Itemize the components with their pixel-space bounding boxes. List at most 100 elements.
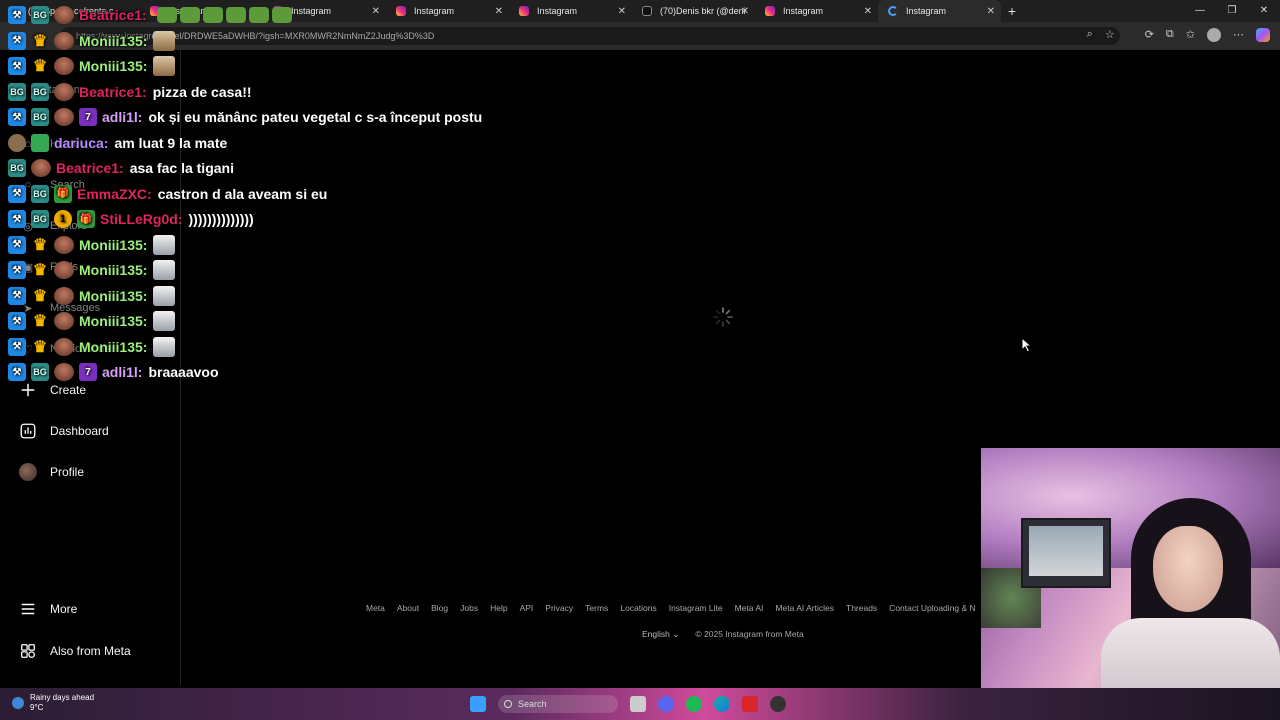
chat-message: ⚒ BG 7 adli1l: ok și eu mănânc pateu vegetal…	[8, 106, 482, 128]
refresh-extension-icon[interactable]: ⟳	[1145, 28, 1154, 42]
extensions-icon[interactable]: ⧉	[1166, 28, 1174, 42]
weather-temp: 9°C	[30, 703, 44, 712]
weather-widget[interactable]: Rainy days ahead 9°C	[12, 693, 94, 713]
favorites-icon[interactable]: ✩	[1186, 28, 1195, 42]
webcam-monitor	[1021, 518, 1111, 588]
close-icon[interactable]: ✕	[741, 6, 749, 17]
webcam-person-shirt	[1101, 618, 1280, 688]
chat-username[interactable]: EmmaZXC:	[77, 186, 152, 202]
crown-badge-icon: ♛	[32, 338, 48, 356]
taskbar: Rainy days ahead 9°C Search	[0, 688, 1280, 720]
footer-link[interactable]: Help	[490, 603, 507, 613]
chat-username[interactable]: Beatrice1:	[79, 84, 147, 100]
footer-link[interactable]: Meta AI Articles	[775, 603, 834, 613]
footer-link[interactable]: Threads	[846, 603, 877, 613]
face-badge-icon	[54, 6, 74, 24]
footer-link[interactable]: Locations	[620, 603, 656, 613]
browser-tab[interactable]: Instagram ✕	[509, 0, 632, 22]
chat-username[interactable]: Moniii135:	[79, 288, 147, 304]
cat-emote-icon	[153, 336, 176, 357]
crown-badge-icon: ♛	[32, 32, 48, 50]
favorite-star-icon[interactable]: ☆	[1105, 28, 1115, 42]
face-badge-icon	[54, 31, 74, 50]
face-badge-icon	[54, 235, 74, 254]
mod-badge-icon: ⚒	[8, 363, 26, 381]
crown-badge-icon: ♛	[32, 236, 48, 254]
close-window-icon[interactable]: ✕	[1248, 0, 1280, 22]
close-icon[interactable]: ✕	[987, 6, 995, 17]
chat-username[interactable]: Beatrice1:	[56, 160, 124, 176]
face-badge-icon	[31, 159, 51, 177]
tab-title: Instagram	[783, 6, 824, 16]
more-icon[interactable]: ⋯	[1233, 28, 1244, 42]
chat-username[interactable]: Moniii135:	[79, 313, 147, 329]
close-icon[interactable]: ✕	[372, 6, 380, 17]
gift-badge-icon: 🎁	[77, 210, 95, 228]
nav-label: Create	[50, 383, 87, 397]
chat-username[interactable]: Moniii135:	[79, 58, 147, 74]
chat-username[interactable]: Moniii135:	[79, 237, 147, 253]
footer-link[interactable]: Blog	[431, 603, 448, 613]
browser-tab[interactable]: Instagram ✕	[386, 0, 509, 22]
chat-username[interactable]: Beatrice1:	[79, 7, 147, 23]
nav-also-from-meta[interactable]: Also from Meta	[18, 639, 131, 663]
footer-link[interactable]: Meta AI	[735, 603, 764, 613]
discord-icon[interactable]	[658, 696, 674, 712]
new-tab-button[interactable]: +	[1001, 3, 1023, 19]
menu-icon	[18, 599, 38, 619]
footer-link[interactable]: About	[397, 603, 419, 613]
obs-icon[interactable]	[770, 696, 786, 712]
url-field[interactable]: https://www.instagrom/reel/DRDWE5aDWHB/?…	[60, 27, 1120, 45]
spotify-taskbar-icon[interactable]	[686, 696, 702, 712]
cat-emote-icon	[153, 285, 176, 306]
browser-tab[interactable]: Instagram ✕	[755, 0, 878, 22]
edge-icon[interactable]	[714, 696, 730, 712]
face-badge-icon	[54, 337, 74, 356]
crown-badge-icon: ♛	[32, 287, 48, 305]
weather-icon	[12, 697, 24, 709]
browser-tab[interactable]: (70)Denis bkr (@denis... ✕	[632, 0, 755, 22]
file-explorer-icon[interactable]	[630, 696, 646, 712]
browser-tab-active[interactable]: Instagram ✕	[878, 0, 1001, 22]
footer-link[interactable]: API	[520, 603, 534, 613]
footer-link[interactable]: Meta	[366, 603, 385, 613]
footer-link[interactable]: Jobs	[460, 603, 478, 613]
maximize-icon[interactable]: ❐	[1216, 0, 1248, 22]
dog-emote-icon	[153, 30, 176, 51]
minimize-icon[interactable]: —	[1184, 0, 1216, 22]
chat-username[interactable]: dariuca:	[54, 135, 108, 151]
footer-link[interactable]: Instagram Lite	[669, 603, 723, 613]
chat-username[interactable]: Moniii135:	[79, 262, 147, 278]
chat-username[interactable]: Moniii135:	[79, 33, 147, 49]
footer-link[interactable]: Terms	[585, 603, 608, 613]
zoom-icon[interactable]: ⌕	[1087, 28, 1093, 42]
start-icon[interactable]	[470, 696, 486, 712]
nav-more[interactable]: More	[18, 597, 77, 621]
mod-badge-icon: ⚒	[8, 286, 26, 305]
address-bar-row: https://www.instagrom/reel/DRDWE5aDWHB/?…	[0, 22, 1280, 50]
close-icon[interactable]: ✕	[618, 6, 626, 17]
sub-badge-icon: BG	[31, 184, 49, 203]
chat-username[interactable]: adli1l:	[102, 364, 142, 380]
chat-username[interactable]: StiLLeRg0d:	[100, 211, 182, 227]
cat-emote-icon	[153, 260, 176, 280]
taskbar-search[interactable]: Search	[498, 695, 618, 713]
copilot-icon[interactable]	[1256, 28, 1270, 42]
language-select[interactable]: English ⌄	[642, 629, 679, 640]
chat-message: ⚒ ♛ Moniii135:	[8, 55, 176, 77]
nav-profile[interactable]: Profile	[18, 460, 84, 484]
sub-badge-icon: BG	[31, 6, 49, 24]
footer-link[interactable]: Privacy	[545, 603, 573, 613]
chat-username[interactable]: Moniii135:	[79, 339, 147, 355]
nav-dashboard[interactable]: Dashboard	[18, 419, 109, 443]
chat-message: ⚒ ♛ Moniii135:	[8, 310, 176, 332]
mod-badge-icon: ⚒	[8, 312, 26, 330]
cup-badge-icon	[8, 133, 26, 152]
weather-title: Rainy days ahead	[30, 693, 95, 702]
close-icon[interactable]: ✕	[495, 6, 503, 17]
chat-username[interactable]: adli1l:	[102, 109, 142, 125]
close-icon[interactable]: ✕	[864, 6, 872, 17]
footer-link[interactable]: Contact Uploading & N	[889, 603, 975, 613]
app-icon[interactable]	[742, 696, 758, 712]
profile-avatar-icon[interactable]	[1207, 28, 1221, 42]
